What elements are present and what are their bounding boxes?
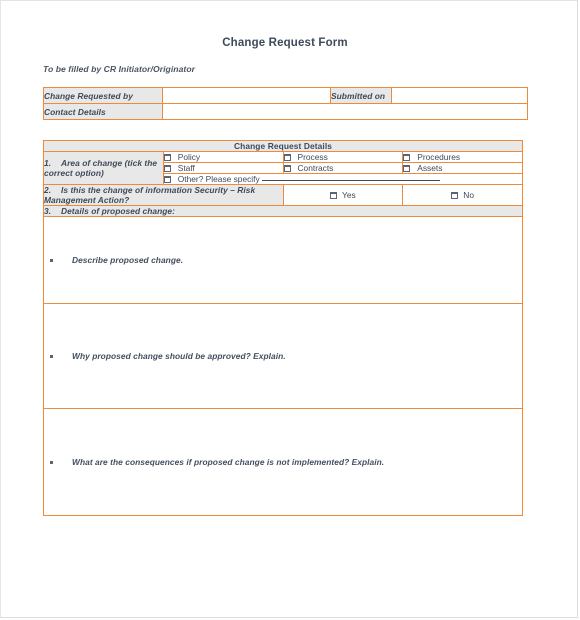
question-3-cell: 3. Details of proposed change: (43, 205, 523, 217)
question-1-cell: 1. Area of change (tick the correct optio… (43, 151, 164, 185)
option-label: Assets (417, 163, 443, 173)
question-1-number: 1. (44, 158, 52, 168)
submitted-on-field[interactable] (391, 87, 528, 104)
question-2-label: Is this the change of information Securi… (44, 185, 256, 205)
checkbox-option-assets[interactable]: Assets (402, 162, 523, 174)
checkbox-option-contracts[interactable]: Contracts (282, 162, 404, 174)
question-3-label: Details of proposed change: (61, 206, 175, 216)
option-label: Policy (177, 152, 201, 162)
requester-table: Change Requested by Submitted on Contact… (43, 87, 528, 120)
checkbox-icon[interactable] (283, 165, 291, 172)
table-row: Contact Details (43, 103, 528, 120)
option-label: Contracts (297, 163, 334, 173)
checkbox-icon[interactable] (163, 154, 171, 161)
contact-details-field[interactable] (162, 103, 528, 120)
question-2-cell: 2. Is this the change of information Secu… (43, 184, 284, 206)
checkbox-option-procedures[interactable]: Procedures (402, 151, 523, 163)
other-specify-input[interactable] (261, 180, 440, 181)
checkbox-icon[interactable] (403, 165, 411, 172)
answer-area-why-approved[interactable]: Why proposed change should be approved? … (43, 303, 523, 409)
change-requested-by-field[interactable] (162, 87, 331, 104)
bullet-line: What are the consequences if proposed ch… (44, 457, 522, 468)
option-label: Staff (177, 163, 195, 173)
form-content: Change Request Form To be filled by CR I… (43, 1, 528, 516)
table-row: Change Request Details (43, 140, 523, 152)
table-row: 1. Area of change (tick the correct optio… (43, 151, 523, 185)
table-row: 2. Is this the change of information Secu… (43, 184, 523, 206)
answer-area-describe-change[interactable]: Describe proposed change. (43, 216, 523, 304)
option-label: Yes (342, 190, 356, 200)
bullet-icon (50, 354, 53, 358)
checkbox-option-process[interactable]: Process (282, 151, 404, 163)
form-page: Change Request Form To be filled by CR I… (0, 0, 578, 618)
bullet-line: Why proposed change should be approved? … (44, 351, 522, 362)
question-1-label: Area of change (tick the correct option) (44, 158, 158, 178)
table-row: 3. Details of proposed change: (43, 205, 523, 217)
checkbox-option-no[interactable]: No (402, 184, 523, 206)
checkbox-option-other[interactable]: Other? Please specify (162, 173, 524, 185)
table-row: Why proposed change should be approved? … (43, 303, 523, 409)
answer-area-consequences[interactable]: What are the consequences if proposed ch… (43, 408, 523, 516)
table-row: Change Requested by Submitted on (43, 87, 528, 104)
question-2-number: 2. (44, 185, 52, 195)
checkbox-icon[interactable] (451, 192, 459, 199)
checkbox-option-staff[interactable]: Staff (162, 162, 284, 174)
checkbox-icon[interactable] (283, 154, 291, 161)
question-3-number: 3. (44, 206, 52, 216)
option-label: Process (297, 152, 328, 162)
option-label: No (463, 190, 474, 200)
section-header-change-request-details: Change Request Details (43, 140, 523, 152)
prompt-text: Why proposed change should be approved? … (72, 350, 286, 361)
other-label: Other? Please specify (177, 174, 260, 184)
change-requested-by-label: Change Requested by (43, 87, 163, 104)
table-row: Describe proposed change. (43, 216, 523, 304)
submitted-on-label: Submitted on (330, 87, 392, 104)
checkbox-option-yes[interactable]: Yes (282, 184, 404, 206)
prompt-text: Describe proposed change. (72, 254, 184, 265)
bullet-icon (50, 460, 53, 464)
checkbox-icon[interactable] (330, 192, 338, 199)
prompt-text: What are the consequences if proposed ch… (72, 456, 385, 467)
checkbox-icon[interactable] (163, 165, 171, 172)
page-title: Change Request Form (222, 37, 348, 49)
checkbox-option-policy[interactable]: Policy (162, 151, 284, 163)
checkbox-icon[interactable] (403, 154, 411, 161)
contact-details-label: Contact Details (43, 103, 163, 120)
checkbox-icon[interactable] (163, 176, 171, 183)
change-request-details-table: Change Request Details 1. Area of change … (43, 140, 524, 516)
table-row: What are the consequences if proposed ch… (43, 408, 523, 516)
bullet-icon (50, 258, 53, 262)
bullet-line: Describe proposed change. (44, 255, 522, 266)
form-subtitle: To be filled by CR Initiator/Originator (43, 64, 196, 74)
option-label: Procedures (417, 152, 461, 162)
